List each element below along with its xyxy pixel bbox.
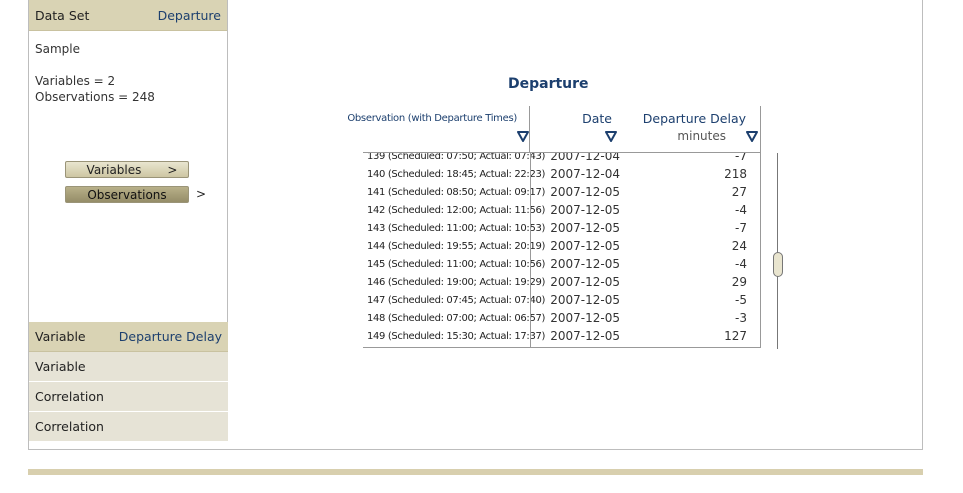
observations-arrow: > (196, 187, 207, 201)
date-cell: 2007-12-05 (530, 239, 620, 253)
correlation-option-label: Correlation (35, 389, 104, 404)
table-row[interactable]: 149 (Scheduled: 15:30; Actual: 17:37) 200… (363, 327, 761, 345)
variable-selector[interactable]: Variable Departure Delay (29, 322, 228, 352)
scrollbar-track[interactable] (777, 153, 778, 349)
date-cell: 2007-12-05 (530, 311, 620, 325)
date-cell-value: 2007-12-05 (550, 239, 620, 253)
observations-button[interactable]: Observations (65, 186, 189, 203)
observation-cell: 146 (Scheduled: 19:00; Actual: 19:29) (367, 276, 546, 288)
delay-cell: 127 (724, 329, 747, 343)
table-row[interactable]: 144 (Scheduled: 19:55; Actual: 20:19) 200… (363, 237, 761, 255)
observation-cell: 147 (Scheduled: 07:45; Actual: 07:40) (367, 294, 546, 306)
table-rows: 139 (Scheduled: 07:50; Actual: 07:43) 200… (363, 153, 761, 345)
date-cell-value: 2007-12-05 (550, 275, 620, 289)
observation-cell: 145 (Scheduled: 11:00; Actual: 10:56) (367, 258, 546, 270)
delay-cell: 24 (731, 239, 747, 253)
table-row[interactable]: 142 (Scheduled: 12:00; Actual: 11:56) 200… (363, 201, 761, 219)
date-cell: 2007-12-05 (530, 221, 620, 235)
table-row[interactable]: 148 (Scheduled: 07:00; Actual: 06:57) 200… (363, 309, 761, 327)
delay-cell: -4 (735, 257, 747, 271)
table-row[interactable]: 145 (Scheduled: 11:00; Actual: 10:56) 200… (363, 255, 761, 273)
table-title: Departure (508, 76, 589, 92)
date-cell-value: 2007-12-05 (550, 329, 620, 343)
table-row[interactable]: 143 (Scheduled: 11:00; Actual: 10:53) 200… (363, 219, 761, 237)
observation-cell: 139 (Scheduled: 07:50; Actual: 07:43) (367, 153, 546, 162)
table-row[interactable]: 147 (Scheduled: 07:45; Actual: 07:40) 200… (363, 291, 761, 309)
table-body: 139 (Scheduled: 07:50; Actual: 07:43) 200… (363, 153, 761, 348)
table-row[interactable]: 141 (Scheduled: 08:50; Actual: 09:17) 200… (363, 183, 761, 201)
variable-panel: Variable Departure Delay Variable Correl… (29, 322, 228, 442)
column-divider (530, 153, 531, 347)
delay-cell: -4 (735, 203, 747, 217)
footer-bar (28, 469, 923, 475)
variable-option[interactable]: Variable (29, 352, 228, 382)
column-header-delay-unit: minutes (677, 129, 726, 143)
column-header-delay[interactable]: Departure Delay minutes (620, 106, 761, 153)
date-cell-value: 2007-12-04 (550, 167, 620, 181)
delay-cell: 27 (731, 185, 747, 199)
correlation-option[interactable]: Correlation (29, 382, 228, 412)
correlation-option[interactable]: Correlation (29, 412, 228, 442)
delay-cell: -7 (735, 221, 747, 235)
observation-cell: 141 (Scheduled: 08:50; Actual: 09:17) (367, 186, 546, 198)
left-panel: Data Set Departure Sample Variables = 2 … (29, 0, 228, 442)
delay-cell: 218 (724, 167, 747, 181)
date-cell: 2007-12-05 (530, 185, 620, 199)
table-row[interactable]: 139 (Scheduled: 07:50; Actual: 07:43) 200… (363, 153, 761, 165)
date-cell-value: 2007-12-05 (550, 221, 620, 235)
observation-cell: 148 (Scheduled: 07:00; Actual: 06:57) (367, 312, 546, 324)
observation-cell: 140 (Scheduled: 18:45; Actual: 22:23) (367, 168, 546, 180)
variable-option-label: Variable (35, 359, 86, 374)
observation-cell: 143 (Scheduled: 11:00; Actual: 10:53) (367, 222, 546, 234)
column-divider (760, 153, 761, 347)
date-cell: 2007-12-05 (530, 293, 620, 307)
dataset-info: Sample Variables = 2 Observations = 248 (29, 31, 227, 115)
date-cell: 2007-12-05 (530, 275, 620, 289)
observation-cell: 149 (Scheduled: 15:30; Actual: 17:37) (367, 330, 546, 342)
delay-cell: -5 (735, 293, 747, 307)
date-cell-value: 2007-12-04 (550, 153, 620, 163)
scrollbar-thumb[interactable] (773, 252, 783, 277)
date-cell-value: 2007-12-05 (550, 257, 620, 271)
table-row[interactable]: 140 (Scheduled: 18:45; Actual: 22:23) 200… (363, 165, 761, 183)
date-cell: 2007-12-05 (530, 257, 620, 271)
column-header-date[interactable]: Date (530, 106, 620, 153)
variable-selector-label: Variable (35, 329, 86, 344)
dataset-header-label: Data Set (35, 7, 90, 23)
observations-count: Observations = 248 (35, 90, 155, 104)
date-cell: 2007-12-04 (530, 153, 620, 163)
date-cell: 2007-12-05 (530, 329, 620, 343)
dataset-header-value: Departure (157, 7, 221, 23)
date-cell: 2007-12-05 (530, 203, 620, 217)
date-cell-value: 2007-12-05 (550, 203, 620, 217)
date-cell: 2007-12-04 (530, 167, 620, 181)
delay-cell: 29 (731, 275, 747, 289)
delay-cell: -3 (735, 311, 747, 325)
delay-cell: -7 (735, 153, 747, 163)
variables-count: Variables = 2 (35, 74, 116, 88)
column-header-observation-label: Observation (with Departure Times) (347, 113, 517, 124)
dataset-header: Data Set Departure (29, 0, 227, 31)
table-row[interactable]: 146 (Scheduled: 19:00; Actual: 19:29) 200… (363, 273, 761, 291)
observation-cell: 142 (Scheduled: 12:00; Actual: 11:56) (367, 204, 546, 216)
variables-button[interactable]: Variables > (65, 161, 189, 178)
correlation-option-label: Correlation (35, 419, 104, 434)
column-header-delay-label: Departure Delay (642, 111, 746, 126)
dataset-name: Sample (35, 42, 80, 56)
variable-selector-value: Departure Delay (118, 329, 222, 344)
column-header-date-label: Date (582, 111, 612, 126)
date-cell-value: 2007-12-05 (550, 293, 620, 307)
variables-button-arrow: > (167, 162, 178, 177)
variables-button-label: Variables (86, 162, 142, 177)
observations-button-label: Observations (87, 187, 167, 202)
date-cell-value: 2007-12-05 (550, 311, 620, 325)
date-cell-value: 2007-12-05 (550, 185, 620, 199)
observation-cell: 144 (Scheduled: 19:55; Actual: 20:19) (367, 240, 546, 252)
column-header-observation[interactable]: Observation (with Departure Times) (347, 106, 530, 153)
